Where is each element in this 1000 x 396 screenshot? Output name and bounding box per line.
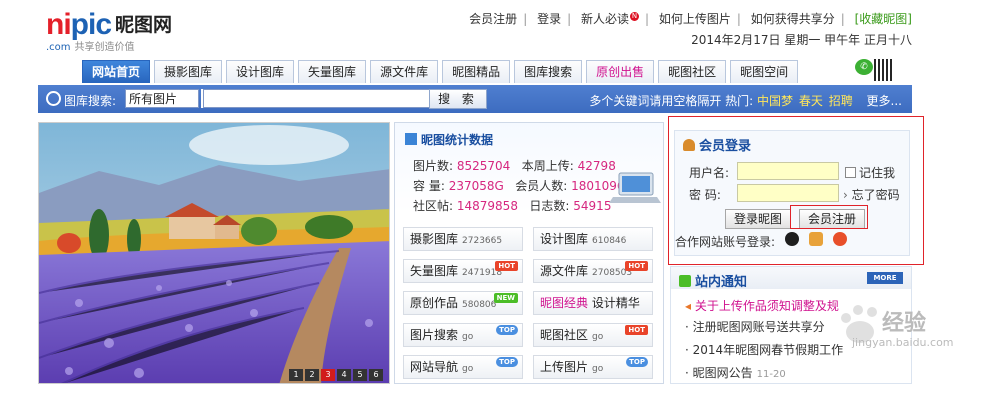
- search-label: 图库搜索:: [64, 94, 117, 108]
- watermark-text: 经验: [882, 311, 927, 336]
- qr-code-icon[interactable]: [874, 59, 894, 81]
- tab-design[interactable]: 设计图库: [226, 60, 295, 83]
- newbie-guide-link[interactable]: 新人必读 N: [581, 12, 639, 26]
- top-badge: TOP: [626, 357, 648, 367]
- top-badge: TOP: [496, 357, 518, 367]
- tile-original-works[interactable]: 原创作品 580806 NEW: [403, 291, 523, 315]
- forgot-password-link[interactable]: › 忘了密码: [843, 186, 900, 203]
- logo-chinese-name: 昵图网: [115, 14, 173, 36]
- hot-keyword-link[interactable]: 中国梦: [757, 94, 793, 108]
- hot-keyword-link[interactable]: 招聘: [829, 94, 853, 108]
- slide-page-button-active[interactable]: 3: [321, 369, 335, 381]
- how-to-upload-link[interactable]: 如何上传图片: [659, 12, 731, 26]
- tile-vector[interactable]: 矢量图库 2471918 HOT: [403, 259, 523, 283]
- new-badge-icon: N: [629, 12, 639, 21]
- search-icon: [46, 91, 61, 106]
- tab-original-sale[interactable]: 原创出售: [586, 60, 655, 83]
- tab-community[interactable]: 昵图社区: [658, 60, 727, 83]
- tab-home[interactable]: 网站首页: [82, 60, 151, 83]
- triangle-bullet-icon: ◂: [685, 299, 692, 313]
- slide-page-button[interactable]: 2: [305, 369, 319, 381]
- login-title: 会员登录: [683, 135, 751, 154]
- slide-page-button[interactable]: 4: [337, 369, 351, 381]
- tab-image-search[interactable]: 图库搜索: [514, 60, 583, 83]
- featured-slideshow-image[interactable]: 1 2 3 4 5 6: [38, 122, 390, 384]
- member-login-panel: 会员登录 用户名: 记住我 密 码: › 忘了密码 登录昵图 会员注册 合作网站…: [674, 130, 910, 256]
- logo-wordmark: nipic: [46, 8, 112, 41]
- new-badge: NEW: [493, 293, 518, 303]
- username-label: 用户名:: [689, 166, 730, 180]
- tile-design[interactable]: 设计图库 610846: [533, 227, 653, 251]
- watermark-url: jingyan.baidu.com: [852, 336, 954, 349]
- notice-icon: [679, 275, 691, 287]
- hot-badge: HOT: [495, 261, 518, 271]
- tile-site-nav[interactable]: 网站导航 go TOP: [403, 355, 523, 379]
- register-link[interactable]: 会员注册: [469, 12, 517, 26]
- main-nav-tabs: 网站首页 摄影图库 设计图库 矢量图库 源文件库 昵图精品 图库搜索 原创出售 …: [82, 60, 802, 83]
- username-field[interactable]: [737, 162, 839, 180]
- site-logo[interactable]: nipic 昵图网 .com 共享创造价值: [46, 8, 173, 53]
- top-links: 会员注册 | 登录 | 新人必读 N | 如何上传图片 | 如何获得共享分 | [收藏昵图]: [469, 12, 912, 26]
- bookmark-site-link[interactable]: [收藏昵图]: [855, 12, 912, 26]
- tile-upload[interactable]: 上传图片 go TOP: [533, 355, 653, 379]
- slide-page-button[interactable]: 6: [369, 369, 383, 381]
- slideshow-pager: 1 2 3 4 5 6: [287, 369, 383, 381]
- tab-photography[interactable]: 摄影图库: [154, 60, 223, 83]
- login-button[interactable]: 登录昵图: [725, 209, 792, 229]
- lavender-field-painting: [39, 123, 389, 383]
- more-keywords-link[interactable]: 更多...: [867, 94, 902, 108]
- top-badge: TOP: [496, 325, 518, 335]
- more-notices-button[interactable]: MORE: [867, 272, 903, 284]
- stats-row: 图片数: 8525704 本周上传: 42798: [413, 159, 616, 173]
- slide-page-button[interactable]: 5: [353, 369, 367, 381]
- laptop-icon: [609, 172, 661, 203]
- tab-vector[interactable]: 矢量图库: [298, 60, 367, 83]
- qq-icon[interactable]: [784, 232, 799, 246]
- chevron-right-icon: ›: [843, 188, 848, 202]
- search-input[interactable]: [203, 89, 463, 108]
- notice-item[interactable]: · 昵图网公告 11-20: [685, 364, 786, 381]
- search-bar: 图库搜索: 所有图片 ▼ 搜 索 多个关键词请用空格隔开 热门: 中国梦 春天 …: [38, 85, 912, 113]
- stats-row: 容 量: 237058G 会员人数: 18010961: [413, 179, 633, 193]
- tile-source-files[interactable]: 源文件库 2708503 HOT: [533, 259, 653, 283]
- tile-photography[interactable]: 摄影图库 2723665: [403, 227, 523, 251]
- renren-icon[interactable]: [808, 232, 823, 246]
- password-field[interactable]: [737, 184, 839, 202]
- site-stats-panel: 昵图统计数据 图片数: 8525704 本周上传: 42798 容 量: 237…: [394, 122, 664, 384]
- search-button[interactable]: 搜 索: [429, 89, 487, 109]
- notice-title: 站内通知: [679, 271, 747, 290]
- stats-title: 昵图统计数据: [405, 131, 493, 148]
- stats-row: 社区帖: 14879858 日志数: 54915: [413, 199, 612, 213]
- wechat-icon[interactable]: ✆: [855, 59, 873, 75]
- tab-featured[interactable]: 昵图精品: [442, 60, 511, 83]
- tile-community[interactable]: 昵图社区 go HOT: [533, 323, 653, 347]
- notice-header: 站内通知 MORE: [671, 267, 911, 290]
- search-category-select[interactable]: 所有图片: [125, 89, 199, 108]
- tile-image-search[interactable]: 图片搜索 go TOP: [403, 323, 523, 347]
- search-hint: 多个关键词请用空格隔开 热门: 中国梦 春天 招聘 更多...: [589, 94, 902, 108]
- user-icon: [683, 139, 695, 151]
- partner-login: 合作网站账号登录:: [675, 232, 847, 250]
- hot-badge: HOT: [625, 261, 648, 271]
- remember-me[interactable]: 记住我: [845, 164, 895, 181]
- current-date: 2014年2月17日 星期一 甲午年 正月十八: [691, 33, 912, 47]
- login-link[interactable]: 登录: [537, 12, 561, 26]
- hot-keyword-link[interactable]: 春天: [799, 94, 823, 108]
- stats-icon: [405, 133, 417, 145]
- tile-classic[interactable]: 昵图经典 设计精华: [533, 291, 653, 315]
- how-to-earn-points-link[interactable]: 如何获得共享分: [751, 12, 835, 26]
- logo-slogan: .com 共享创造价值: [46, 42, 135, 53]
- remember-checkbox[interactable]: [845, 167, 856, 178]
- tab-source-files[interactable]: 源文件库: [370, 60, 439, 83]
- weibo-icon[interactable]: [832, 232, 847, 246]
- tab-space[interactable]: 昵图空间: [730, 60, 799, 83]
- register-highlight-frame: [790, 205, 868, 229]
- password-label: 密 码:: [689, 188, 721, 202]
- hot-badge: HOT: [625, 325, 648, 335]
- slide-page-button[interactable]: 1: [289, 369, 303, 381]
